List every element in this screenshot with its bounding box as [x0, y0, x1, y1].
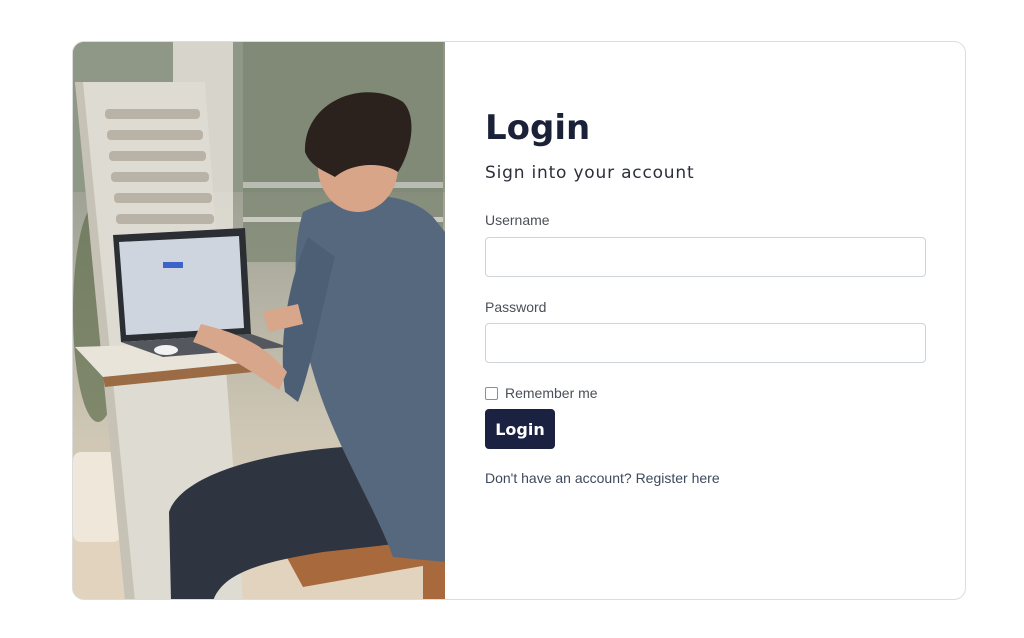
login-form-panel: Login Sign into your account Username Pa… [445, 42, 965, 599]
remember-me-row[interactable]: Remember me [485, 385, 598, 401]
page-title: Login [485, 108, 591, 148]
register-prompt: Don't have an account? Register here [485, 470, 720, 486]
login-card: Login Sign into your account Username Pa… [72, 41, 966, 600]
page-subtitle: Sign into your account [485, 163, 695, 183]
login-button[interactable]: Login [485, 409, 555, 449]
person-at-laptop-illustration [73, 42, 445, 599]
password-label: Password [485, 299, 547, 315]
password-input[interactable] [485, 323, 926, 363]
username-label: Username [485, 212, 550, 228]
register-link[interactable]: Register here [636, 470, 720, 486]
remember-me-label[interactable]: Remember me [505, 385, 598, 401]
register-prompt-text: Don't have an account? [485, 470, 632, 486]
hero-photo [73, 42, 445, 599]
username-input[interactable] [485, 237, 926, 277]
remember-me-checkbox[interactable] [485, 386, 498, 400]
